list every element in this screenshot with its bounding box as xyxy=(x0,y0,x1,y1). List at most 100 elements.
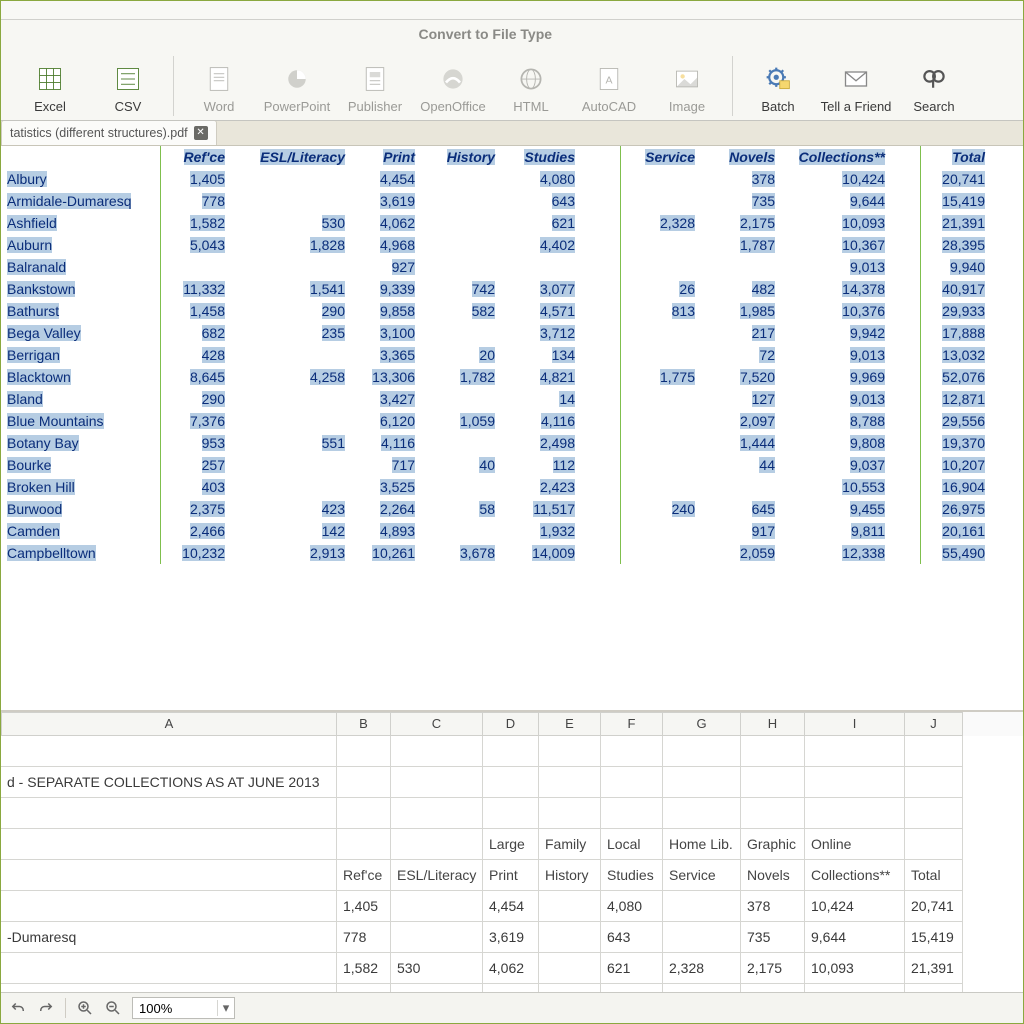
pdf-cell[interactable] xyxy=(581,454,621,476)
pdf-cell[interactable]: 813 xyxy=(621,300,701,322)
pdf-cell[interactable]: Botany Bay xyxy=(1,432,161,454)
pdf-cell[interactable]: 682 xyxy=(161,322,231,344)
pdf-cell[interactable]: 127 xyxy=(701,388,781,410)
sheet-cell[interactable]: Total xyxy=(905,860,963,891)
sheet-cell[interactable]: History xyxy=(539,860,601,891)
pdf-cell[interactable]: Berrigan xyxy=(1,344,161,366)
pdf-cell[interactable]: 2,328 xyxy=(621,212,701,234)
pdf-cell[interactable]: 21,391 xyxy=(921,212,991,234)
pdf-cell[interactable]: 3,427 xyxy=(351,388,421,410)
sheet-cell[interactable]: Large xyxy=(483,829,539,860)
pdf-cell[interactable]: 2,059 xyxy=(701,542,781,564)
pdf-cell[interactable]: 40,917 xyxy=(921,278,991,300)
pdf-cell[interactable]: 4,571 xyxy=(501,300,581,322)
batch-button[interactable]: Batch xyxy=(739,46,817,116)
pdf-cell[interactable]: 1,059 xyxy=(421,410,501,432)
pdf-cell[interactable]: 1,932 xyxy=(501,520,581,542)
spreadsheet-pane[interactable]: ABCDEFGHIJ d - SEPARATE COLLECTIONS AS A… xyxy=(1,710,1023,992)
pdf-cell[interactable] xyxy=(231,168,351,190)
pdf-cell[interactable]: 6,120 xyxy=(351,410,421,432)
tellfriend-button[interactable]: Tell a Friend xyxy=(817,46,895,116)
pdf-cell[interactable]: 29,556 xyxy=(921,410,991,432)
sheet-cell[interactable] xyxy=(601,736,663,767)
pdf-cell[interactable]: 9,940 xyxy=(921,256,991,278)
pdf-cell[interactable]: Camden xyxy=(1,520,161,542)
pdf-cell[interactable]: 2,175 xyxy=(701,212,781,234)
pdf-cell[interactable]: 26 xyxy=(621,278,701,300)
sheet-cell[interactable]: 378 xyxy=(741,891,805,922)
pdf-cell[interactable]: 14,378 xyxy=(781,278,891,300)
pdf-cell[interactable] xyxy=(701,476,781,498)
sheet-cell[interactable] xyxy=(539,736,601,767)
pdf-cell[interactable]: 20,161 xyxy=(921,520,991,542)
excel-button[interactable]: Excel xyxy=(11,46,89,116)
pdf-cell[interactable] xyxy=(421,190,501,212)
pdf-cell[interactable] xyxy=(891,168,921,190)
pdf-cell[interactable] xyxy=(621,344,701,366)
pdf-cell[interactable] xyxy=(891,212,921,234)
sheet-cell[interactable]: 778 xyxy=(337,922,391,953)
pdf-cell[interactable]: 14 xyxy=(501,388,581,410)
sheet-cell[interactable]: 643 xyxy=(601,922,663,953)
pdf-cell[interactable]: 1,985 xyxy=(701,300,781,322)
pdf-cell[interactable]: 3,619 xyxy=(351,190,421,212)
zoom-dropdown-icon[interactable]: ▾ xyxy=(217,1000,234,1016)
sheet-cell[interactable] xyxy=(663,798,741,829)
pdf-cell[interactable] xyxy=(421,432,501,454)
sheet-cell[interactable] xyxy=(539,984,601,992)
sheet-cell[interactable] xyxy=(663,891,741,922)
zoom-out-icon[interactable] xyxy=(104,999,122,1017)
pdf-cell[interactable] xyxy=(621,234,701,256)
pdf-cell[interactable] xyxy=(891,190,921,212)
pdf-cell[interactable] xyxy=(581,476,621,498)
pdf-cell[interactable]: 1,782 xyxy=(421,366,501,388)
pdf-cell[interactable] xyxy=(231,476,351,498)
pdf-cell[interactable]: 5,043 xyxy=(161,234,231,256)
pdf-cell[interactable]: 20,741 xyxy=(921,168,991,190)
pdf-cell[interactable]: 13,306 xyxy=(351,366,421,388)
pdf-cell[interactable] xyxy=(891,498,921,520)
sheet-cell[interactable]: Home Lib. xyxy=(663,829,741,860)
pdf-cell[interactable]: 12,338 xyxy=(781,542,891,564)
pdf-cell[interactable]: 55,490 xyxy=(921,542,991,564)
pdf-cell[interactable]: 3,100 xyxy=(351,322,421,344)
sheet-cell[interactable]: 735 xyxy=(741,922,805,953)
column-header[interactable]: C xyxy=(391,712,483,736)
pdf-cell[interactable]: Ashfield xyxy=(1,212,161,234)
pdf-cell[interactable]: 1,787 xyxy=(701,234,781,256)
sheet-cell[interactable] xyxy=(1,891,337,922)
pdf-cell[interactable]: Bankstown xyxy=(1,278,161,300)
pdf-cell[interactable] xyxy=(621,190,701,212)
sheet-cell[interactable]: 1,828 xyxy=(391,984,483,992)
sheet-cell[interactable] xyxy=(391,736,483,767)
sheet-cell[interactable] xyxy=(601,798,663,829)
pdf-cell[interactable]: 7,376 xyxy=(161,410,231,432)
pdf-cell[interactable] xyxy=(581,322,621,344)
pdf-cell[interactable]: 9,969 xyxy=(781,366,891,388)
pdf-cell[interactable]: 3,678 xyxy=(421,542,501,564)
pdf-cell[interactable] xyxy=(581,212,621,234)
sheet-cell[interactable]: 5,043 xyxy=(337,984,391,992)
sheet-cell[interactable] xyxy=(483,736,539,767)
pdf-cell[interactable] xyxy=(621,410,701,432)
zoom-in-icon[interactable] xyxy=(76,999,94,1017)
sheet-cell[interactable]: -Dumaresq xyxy=(1,922,337,953)
pdf-cell[interactable]: Burwood xyxy=(1,498,161,520)
sheet-cell[interactable]: 1,582 xyxy=(337,953,391,984)
pdf-cell[interactable]: 2,466 xyxy=(161,520,231,542)
sheet-cell[interactable]: Online xyxy=(805,829,905,860)
sheet-cell[interactable] xyxy=(539,922,601,953)
pdf-cell[interactable] xyxy=(421,212,501,234)
sheet-cell[interactable]: 9,644 xyxy=(805,922,905,953)
pdf-cell[interactable] xyxy=(231,190,351,212)
pdf-cell[interactable] xyxy=(421,234,501,256)
pdf-cell[interactable]: 4,821 xyxy=(501,366,581,388)
pdf-cell[interactable]: 12,871 xyxy=(921,388,991,410)
pdf-cell[interactable]: 3,365 xyxy=(351,344,421,366)
pdf-cell[interactable] xyxy=(701,256,781,278)
pdf-cell[interactable]: 17,888 xyxy=(921,322,991,344)
column-header[interactable]: B xyxy=(337,712,391,736)
pdf-cell[interactable] xyxy=(421,388,501,410)
pdf-cell[interactable]: 927 xyxy=(351,256,421,278)
pdf-cell[interactable]: 3,525 xyxy=(351,476,421,498)
